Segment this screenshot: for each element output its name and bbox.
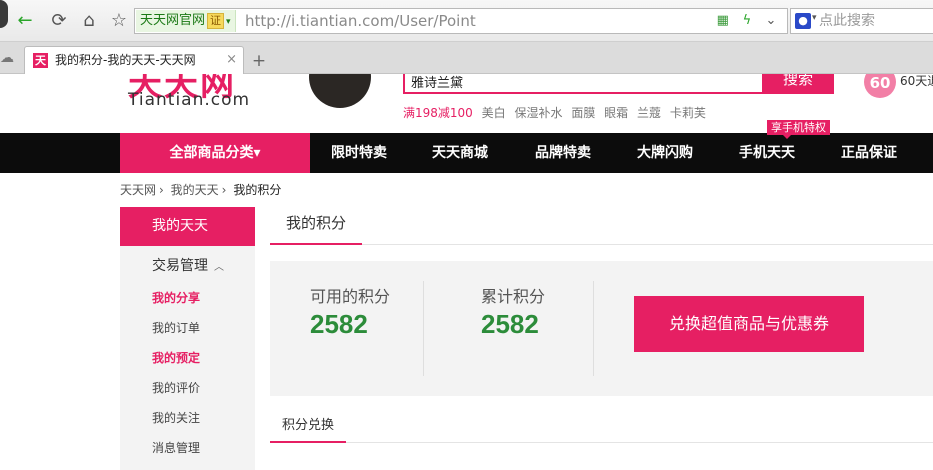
return-policy-badge-icon: 60 <box>864 74 896 98</box>
tab-my-points[interactable]: 我的积分 <box>270 207 362 245</box>
hot-keyword-link[interactable]: 满198减100 <box>403 106 473 120</box>
sidebar-title[interactable]: 我的天天 <box>120 207 255 246</box>
sidebar-item-messages[interactable]: 消息管理 <box>152 439 200 456</box>
account-sidebar: 我的天天 交易管理 ︿ 我的分享 我的订单 我的预定 我的评价 我的关注 消息管理 <box>120 207 255 470</box>
all-categories-menu[interactable]: 全部商品分类▾ <box>120 133 310 173</box>
breadcrumb: 天天网 › 我的天天 › 我的积分 <box>120 181 284 198</box>
nav-item-mall[interactable]: 天天商城 <box>432 133 488 173</box>
cert-badge-icon: 证 <box>207 13 225 29</box>
sidebar-item-my-follows[interactable]: 我的关注 <box>152 409 200 426</box>
engine-chevron-icon: ▾ <box>812 13 817 23</box>
mobile-privilege-tip: 享手机特权 <box>767 120 830 139</box>
chevron-right-icon: › <box>159 183 164 197</box>
site-search-value: 雅诗兰黛 <box>411 76 464 91</box>
qr-code-icon[interactable]: ▦ <box>713 12 733 30</box>
redeem-points-button[interactable]: 兑换超值商品与优惠券 <box>634 296 864 352</box>
cloud-icon[interactable]: ☁ <box>0 50 18 66</box>
lightning-icon[interactable]: ϟ <box>737 12 757 30</box>
tab-close-icon[interactable]: × <box>226 47 237 73</box>
site-search-input[interactable]: 雅诗兰黛 <box>403 74 765 94</box>
site-logo-domain[interactable]: Tiantian.com <box>128 90 250 110</box>
home-icon[interactable]: ⌂ <box>78 10 100 32</box>
sidebar-group-trade[interactable]: 交易管理 ︿ <box>152 255 224 275</box>
url-text: http://i.tiantian.com/User/Point <box>245 12 476 30</box>
sidebar-item-my-reviews[interactable]: 我的评价 <box>152 379 200 396</box>
site-search-button[interactable]: 搜索 <box>762 74 834 94</box>
sidebar-item-my-orders[interactable]: 我的订单 <box>152 319 200 336</box>
sidebar-group-label: 交易管理 <box>152 258 208 274</box>
hot-keyword-link[interactable]: 美白 <box>482 106 506 120</box>
divider <box>593 281 594 376</box>
main-nav: 全部商品分类▾ 限时特卖 天天商城 品牌特卖 大牌闪购 手机天天 正品保证 <box>0 133 933 173</box>
tab-favicon-icon: 天 <box>33 53 48 68</box>
back-arrow-icon[interactable]: ← <box>14 10 36 32</box>
new-tab-button[interactable]: + <box>248 50 270 72</box>
available-points-value: 2582 <box>310 309 368 339</box>
browser-search-placeholder: 点此搜索 <box>819 13 875 29</box>
sidebar-item-my-share[interactable]: 我的分享 <box>152 289 200 306</box>
total-points-label: 累计积分 <box>481 287 546 306</box>
address-bar-icons: ▦ ϟ ⌄ <box>713 12 781 30</box>
star-icon[interactable]: ☆ <box>108 10 130 32</box>
divider <box>423 281 424 376</box>
nav-item-genuine[interactable]: 正品保证 <box>841 133 897 173</box>
browser-search-box[interactable]: ● ▾ 点此搜索 <box>790 8 933 34</box>
chevron-right-icon: › <box>221 183 227 197</box>
available-points-label: 可用的积分 <box>310 287 391 306</box>
address-bar[interactable]: 天天网官网证 ▾ http://i.tiantian.com/User/Point… <box>134 8 788 34</box>
browser-tabbar: ☁ 天 我的积分-我的天天-天天网 × + <box>0 42 933 74</box>
promo-avatar-image <box>309 74 371 108</box>
browser-tab-active[interactable]: 天 我的积分-我的天天-天天网 × <box>24 46 244 74</box>
search-engine-paw-icon[interactable]: ● <box>795 13 811 29</box>
tab-points-exchange[interactable]: 积分兑换 <box>270 413 346 443</box>
points-summary: 可用的积分 2582 累计积分 2582 兑换超值商品与优惠券 <box>270 261 933 396</box>
site-identity-badge[interactable]: 天天网官网证 ▾ <box>136 10 236 32</box>
return-policy-text: 60天退 <box>900 74 933 88</box>
exchange-tab-bar: 积分兑换 <box>270 413 933 443</box>
hot-keyword-link[interactable]: 面膜 <box>571 106 595 120</box>
nav-item-brand-sale[interactable]: 品牌特卖 <box>535 133 591 173</box>
chevron-up-icon: ︿ <box>214 262 224 273</box>
nav-item-big-brand[interactable]: 大牌闪购 <box>637 133 693 173</box>
dropdown-chevron-icon[interactable]: ⌄ <box>761 12 781 30</box>
tab-title: 我的积分-我的天天-天天网 <box>55 53 196 67</box>
nav-item-mobile[interactable]: 手机天天 <box>739 133 795 173</box>
hot-keyword-link[interactable]: 保湿补水 <box>514 106 562 120</box>
chevron-down-icon: ▾ <box>226 17 231 27</box>
browser-toolbar: ← ⟳ ⌂ ☆ 天天网官网证 ▾ http://i.tiantian.com/Us… <box>0 0 933 42</box>
breadcrumb-link[interactable]: 我的天天 <box>171 183 219 197</box>
points-tab-bar: 我的积分 <box>270 207 933 245</box>
site-identity-label: 天天网官网 <box>140 13 206 28</box>
hot-keywords: 满198减100 美白 保湿补水 面膜 眼霜 兰蔻 卡莉芙 <box>403 104 711 121</box>
breadcrumb-link[interactable]: 天天网 <box>120 183 156 197</box>
hot-keyword-link[interactable]: 卡莉芙 <box>670 106 706 120</box>
breadcrumb-current: 我的积分 <box>233 183 282 197</box>
total-points-value: 2582 <box>481 309 539 339</box>
nav-item-flash-sale[interactable]: 限时特卖 <box>331 133 387 173</box>
refresh-icon[interactable]: ⟳ <box>48 10 70 32</box>
hot-keyword-link[interactable]: 眼霜 <box>604 106 628 120</box>
sidebar-item-my-reservations[interactable]: 我的预定 <box>152 349 200 366</box>
window-edge <box>0 0 8 28</box>
hot-keyword-link[interactable]: 兰蔻 <box>637 106 661 120</box>
